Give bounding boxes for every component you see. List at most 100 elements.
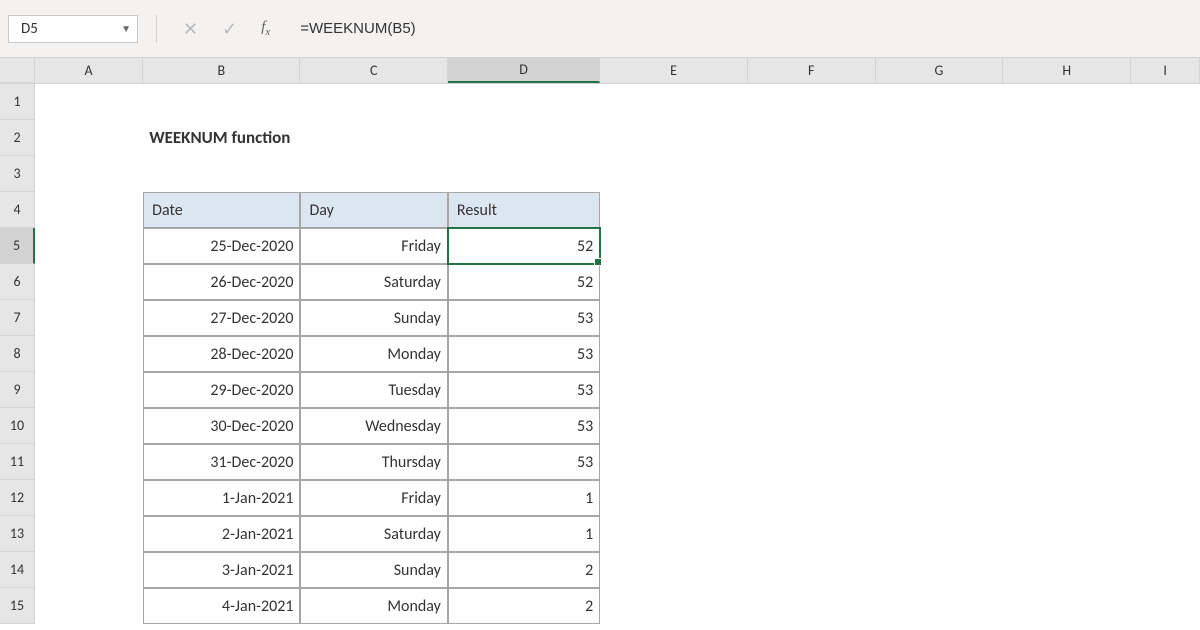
empty-cell[interactable] — [600, 588, 747, 624]
row-header-11[interactable]: 11 — [0, 444, 35, 480]
empty-cell[interactable] — [748, 336, 876, 372]
cell-result[interactable]: 53 — [448, 336, 600, 372]
cell-day[interactable]: Monday — [300, 588, 447, 624]
col-header-F[interactable]: F — [748, 58, 876, 83]
empty-cell[interactable] — [1131, 336, 1200, 372]
col-header-H[interactable]: H — [1003, 58, 1131, 83]
empty-cell[interactable] — [748, 156, 876, 192]
empty-cell[interactable] — [300, 84, 447, 120]
empty-cell[interactable] — [35, 300, 143, 336]
fx-icon[interactable]: fx — [261, 19, 270, 38]
empty-cell[interactable] — [600, 408, 747, 444]
cell-date[interactable]: 27-Dec-2020 — [143, 300, 300, 336]
empty-cell[interactable] — [875, 336, 1003, 372]
cell-date[interactable]: 31-Dec-2020 — [143, 444, 300, 480]
cell-date[interactable]: 1-Jan-2021 — [143, 480, 300, 516]
empty-cell[interactable] — [600, 444, 747, 480]
empty-cell[interactable] — [748, 192, 876, 228]
empty-cell[interactable] — [748, 264, 876, 300]
empty-cell[interactable] — [1131, 84, 1200, 120]
empty-cell[interactable] — [875, 228, 1003, 264]
empty-cell[interactable] — [1003, 588, 1131, 624]
cell-result[interactable]: 52 — [448, 264, 600, 300]
cell-result[interactable]: 2 — [448, 552, 600, 588]
cell-result[interactable]: 2 — [448, 588, 600, 624]
name-box[interactable]: D5 ▼ — [8, 15, 138, 43]
cell-day[interactable]: Tuesday — [300, 372, 447, 408]
empty-cell[interactable] — [1003, 552, 1131, 588]
row-header-12[interactable]: 12 — [0, 480, 35, 516]
cell-day[interactable]: Saturday — [300, 264, 447, 300]
empty-cell[interactable] — [35, 120, 143, 156]
cell-result[interactable]: 53 — [448, 444, 600, 480]
empty-cell[interactable] — [35, 588, 143, 624]
dropdown-icon[interactable]: ▼ — [121, 22, 131, 35]
empty-cell[interactable] — [143, 84, 300, 120]
cell-date[interactable]: 30-Dec-2020 — [143, 408, 300, 444]
empty-cell[interactable] — [448, 120, 600, 156]
table-header-day[interactable]: Day — [300, 192, 447, 228]
empty-cell[interactable] — [1003, 372, 1131, 408]
empty-cell[interactable] — [1131, 588, 1200, 624]
empty-cell[interactable] — [1003, 480, 1131, 516]
empty-cell[interactable] — [1003, 408, 1131, 444]
empty-cell[interactable] — [35, 516, 143, 552]
empty-cell[interactable] — [1131, 444, 1200, 480]
cell-day[interactable]: Saturday — [300, 516, 447, 552]
empty-cell[interactable] — [748, 372, 876, 408]
empty-cell[interactable] — [875, 120, 1003, 156]
enter-icon[interactable]: ✓ — [222, 18, 237, 40]
empty-cell[interactable] — [35, 444, 143, 480]
cell-result[interactable]: 52 — [448, 228, 600, 264]
row-header-15[interactable]: 15 — [0, 588, 35, 624]
select-all-corner[interactable] — [0, 58, 35, 83]
empty-cell[interactable] — [35, 408, 143, 444]
col-header-E[interactable]: E — [600, 58, 747, 83]
row-header-4[interactable]: 4 — [0, 192, 35, 228]
row-header-13[interactable]: 13 — [0, 516, 35, 552]
empty-cell[interactable] — [35, 552, 143, 588]
empty-cell[interactable] — [600, 552, 747, 588]
empty-cell[interactable] — [1131, 552, 1200, 588]
row-header-3[interactable]: 3 — [0, 156, 35, 192]
table-header-date[interactable]: Date — [143, 192, 300, 228]
cell-day[interactable]: Monday — [300, 336, 447, 372]
empty-cell[interactable] — [875, 408, 1003, 444]
empty-cell[interactable] — [35, 156, 143, 192]
empty-cell[interactable] — [748, 444, 876, 480]
empty-cell[interactable] — [35, 372, 143, 408]
empty-cell[interactable] — [35, 192, 143, 228]
empty-cell[interactable] — [1131, 120, 1200, 156]
empty-cell[interactable] — [448, 84, 600, 120]
row-header-2[interactable]: 2 — [0, 120, 35, 156]
row-header-8[interactable]: 8 — [0, 336, 35, 372]
empty-cell[interactable] — [1131, 192, 1200, 228]
col-header-A[interactable]: A — [35, 58, 143, 83]
cell-result[interactable]: 53 — [448, 372, 600, 408]
empty-cell[interactable] — [143, 156, 300, 192]
cell-day[interactable]: Friday — [300, 480, 447, 516]
empty-cell[interactable] — [748, 84, 876, 120]
empty-cell[interactable] — [600, 228, 747, 264]
empty-cell[interactable] — [748, 588, 876, 624]
sheet-title[interactable]: WEEKNUM function — [143, 120, 300, 156]
empty-cell[interactable] — [1131, 372, 1200, 408]
empty-cell[interactable] — [600, 264, 747, 300]
row-header-5[interactable]: 5 — [0, 228, 35, 264]
empty-cell[interactable] — [600, 336, 747, 372]
empty-cell[interactable] — [600, 192, 747, 228]
empty-cell[interactable] — [875, 552, 1003, 588]
formula-input[interactable] — [290, 15, 1192, 43]
empty-cell[interactable] — [1131, 480, 1200, 516]
cell-date[interactable]: 26-Dec-2020 — [143, 264, 300, 300]
cell-day[interactable]: Wednesday — [300, 408, 447, 444]
cell-date[interactable]: 28-Dec-2020 — [143, 336, 300, 372]
empty-cell[interactable] — [1131, 228, 1200, 264]
cell-result[interactable]: 53 — [448, 408, 600, 444]
cell-date[interactable]: 2-Jan-2021 — [143, 516, 300, 552]
empty-cell[interactable] — [875, 444, 1003, 480]
table-header-result[interactable]: Result — [448, 192, 600, 228]
row-header-14[interactable]: 14 — [0, 552, 35, 588]
empty-cell[interactable] — [1003, 336, 1131, 372]
empty-cell[interactable] — [875, 372, 1003, 408]
